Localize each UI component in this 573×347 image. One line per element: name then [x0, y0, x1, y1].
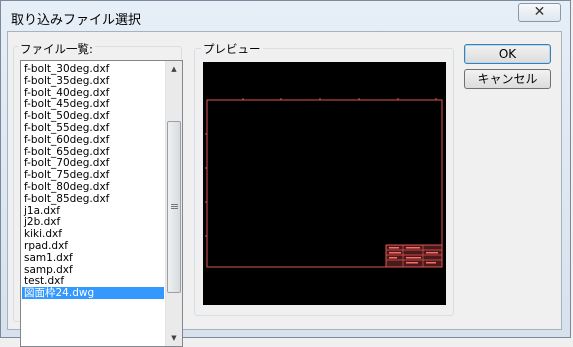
grip-line [171, 204, 178, 205]
file-list-item[interactable]: 図面枠24.dwg [22, 287, 164, 300]
grip-line [171, 208, 178, 209]
file-list-item[interactable]: j1a.dxf [22, 205, 164, 217]
file-list-item[interactable]: kiki.dxf [22, 228, 164, 240]
preview-label: プレビュー [201, 41, 263, 57]
scroll-thumb[interactable] [167, 121, 181, 293]
file-list-item[interactable]: f-bolt_55deg.dxf [22, 122, 164, 134]
file-list-item[interactable]: f-bolt_80deg.dxf [22, 181, 164, 193]
file-list-item[interactable]: f-bolt_60deg.dxf [22, 134, 164, 146]
file-list-item[interactable]: j2b.dxf [22, 216, 164, 228]
title-bar[interactable]: 取り込みファイル選択 ✕ [1, 1, 570, 32]
file-list-item[interactable]: rpad.dxf [22, 240, 164, 252]
file-list-item[interactable]: f-bolt_30deg.dxf [22, 63, 164, 75]
file-list-scrollbar[interactable]: ▲ ▼ [165, 61, 182, 346]
drawing-preview [205, 98, 443, 268]
file-list-item[interactable]: f-bolt_75deg.dxf [22, 169, 164, 181]
file-list-label: ファイル一覧: [18, 41, 95, 57]
close-icon: ✕ [533, 4, 546, 20]
drawing-frame [206, 99, 443, 268]
file-list-item[interactable]: f-bolt_45deg.dxf [22, 98, 164, 110]
file-list-item[interactable]: f-bolt_40deg.dxf [22, 87, 164, 99]
file-list-item[interactable]: f-bolt_35deg.dxf [22, 75, 164, 87]
grip-line [171, 206, 178, 207]
file-list-item[interactable]: f-bolt_50deg.dxf [22, 110, 164, 122]
preview-canvas [203, 62, 446, 305]
scroll-down-icon[interactable]: ▼ [166, 330, 182, 346]
file-list-item[interactable]: samp.dxf [22, 264, 164, 276]
file-list-item[interactable]: sam1.dxf [22, 252, 164, 264]
ok-button[interactable]: OK [464, 44, 551, 64]
file-list-item[interactable]: test.dxf [22, 275, 164, 287]
cancel-button[interactable]: キャンセル [464, 69, 551, 89]
file-list-item[interactable]: f-bolt_85deg.dxf [22, 193, 164, 205]
scroll-up-icon[interactable]: ▲ [166, 61, 182, 77]
file-listbox[interactable]: f-bolt_30deg.dxf f-bolt_35deg.dxf f-bolt_4… [20, 60, 183, 347]
file-list-item[interactable]: f-bolt_65deg.dxf [22, 146, 164, 158]
frame-ticks [205, 98, 437, 237]
close-button[interactable]: ✕ [518, 3, 561, 22]
file-list-item[interactable]: f-bolt_70deg.dxf [22, 157, 164, 169]
dialog-title: 取り込みファイル選択 [11, 13, 142, 28]
